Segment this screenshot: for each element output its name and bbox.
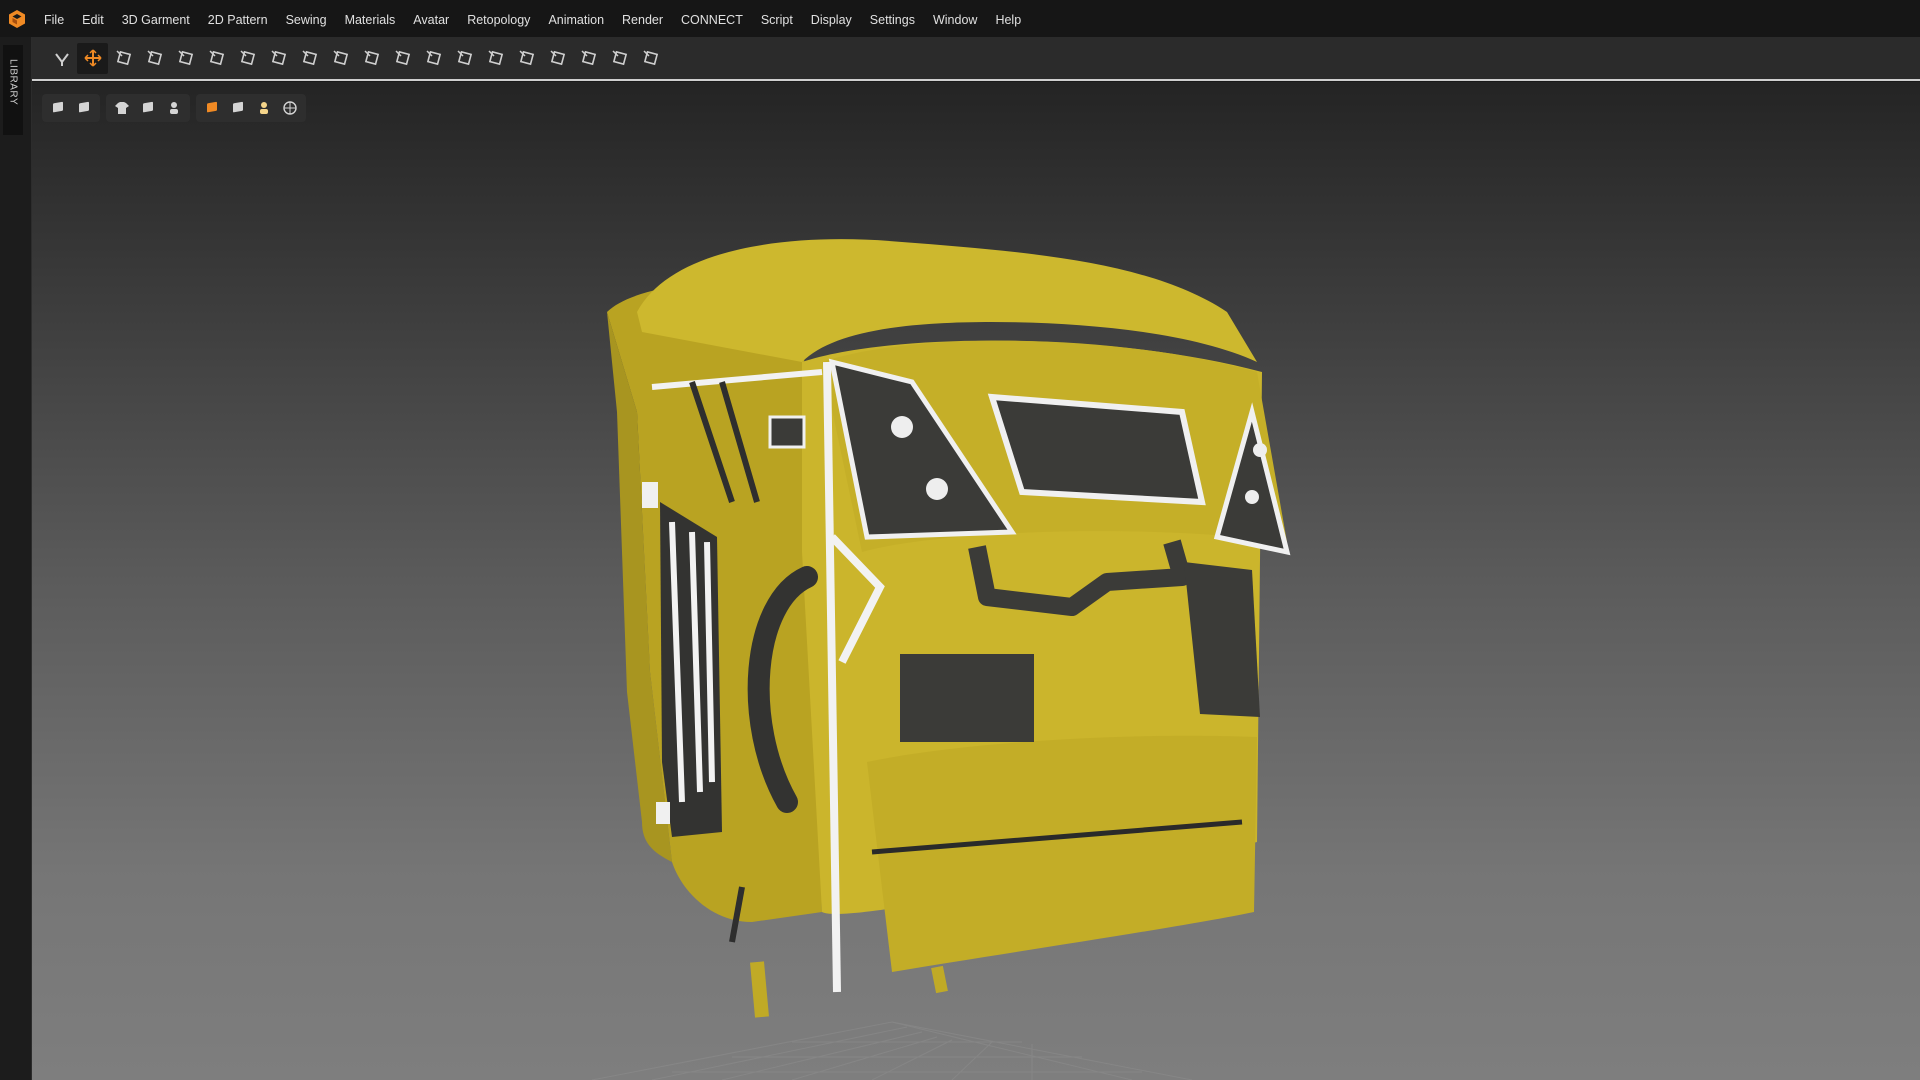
puckering-icon[interactable]	[542, 43, 573, 74]
avatar-measure-icon[interactable]	[135, 95, 161, 121]
tack-icon[interactable]	[201, 43, 232, 74]
box-wire-icon[interactable]	[71, 95, 97, 121]
menu-window[interactable]: Window	[924, 0, 986, 37]
menu-bar: File Edit 3D Garment 2D Pattern Sewing Materi…	[0, 0, 1920, 37]
menu-2d-pattern[interactable]: 2D Pattern	[199, 0, 277, 37]
library-panel: LIBRARY	[0, 37, 32, 1080]
view-control-group	[106, 94, 190, 122]
menu-3d-garment[interactable]: 3D Garment	[113, 0, 199, 37]
menu-materials[interactable]: Materials	[336, 0, 405, 37]
globe-icon[interactable]	[277, 95, 303, 121]
light-icon[interactable]	[251, 95, 277, 121]
view-control-group	[196, 94, 306, 122]
edit-pattern-icon[interactable]	[325, 43, 356, 74]
shrink-icon[interactable]	[418, 43, 449, 74]
clo-logo-icon[interactable]	[0, 0, 34, 37]
viewport-display-controls	[42, 94, 306, 122]
arrangement-point-icon[interactable]	[294, 43, 325, 74]
texture-icon[interactable]	[199, 95, 225, 121]
sphere-pin-icon[interactable]	[449, 43, 480, 74]
view-control-group	[42, 94, 100, 122]
grid-mesh-icon[interactable]	[356, 43, 387, 74]
library-tab[interactable]: LIBRARY	[3, 45, 23, 135]
menu-render[interactable]: Render	[613, 0, 672, 37]
floor-grid	[591, 1021, 1193, 1080]
menu-edit[interactable]: Edit	[73, 0, 113, 37]
menu-display[interactable]: Display	[802, 0, 861, 37]
library-label: LIBRARY	[7, 59, 19, 106]
menu-connect[interactable]: CONNECT	[672, 0, 752, 37]
avatar-pose-icon[interactable]	[635, 43, 666, 74]
piping-icon[interactable]	[573, 43, 604, 74]
menu-help[interactable]: Help	[986, 0, 1030, 37]
garment-icon[interactable]	[109, 95, 135, 121]
backpack-model	[607, 239, 1291, 1018]
menu-retopology[interactable]: Retopology	[458, 0, 539, 37]
3d-viewport[interactable]	[32, 82, 1920, 1080]
fold-arrangement-icon[interactable]	[170, 43, 201, 74]
box-view-icon[interactable]	[45, 95, 71, 121]
move-select-icon[interactable]	[77, 42, 108, 74]
avatar-icon[interactable]	[161, 95, 187, 121]
menu-sewing[interactable]: Sewing	[277, 0, 336, 37]
menu-avatar[interactable]: Avatar	[404, 0, 458, 37]
pin-icon[interactable]	[263, 43, 294, 74]
brush-icon[interactable]	[139, 43, 170, 74]
shading-icon[interactable]	[225, 95, 251, 121]
simulation-icon[interactable]	[46, 43, 77, 74]
menu-file[interactable]: File	[34, 0, 73, 37]
select-mesh-icon[interactable]	[108, 43, 139, 74]
3d-scene	[591, 239, 1291, 1080]
garment-fit-icon[interactable]	[232, 43, 263, 74]
main-toolbar	[32, 37, 1920, 81]
curve-icon[interactable]	[604, 43, 635, 74]
steam-icon[interactable]	[387, 43, 418, 74]
menu-script[interactable]: Script	[752, 0, 802, 37]
zipper-icon[interactable]	[511, 43, 542, 74]
menu-animation[interactable]: Animation	[539, 0, 613, 37]
menu-settings[interactable]: Settings	[861, 0, 924, 37]
measure-icon[interactable]	[480, 43, 511, 74]
